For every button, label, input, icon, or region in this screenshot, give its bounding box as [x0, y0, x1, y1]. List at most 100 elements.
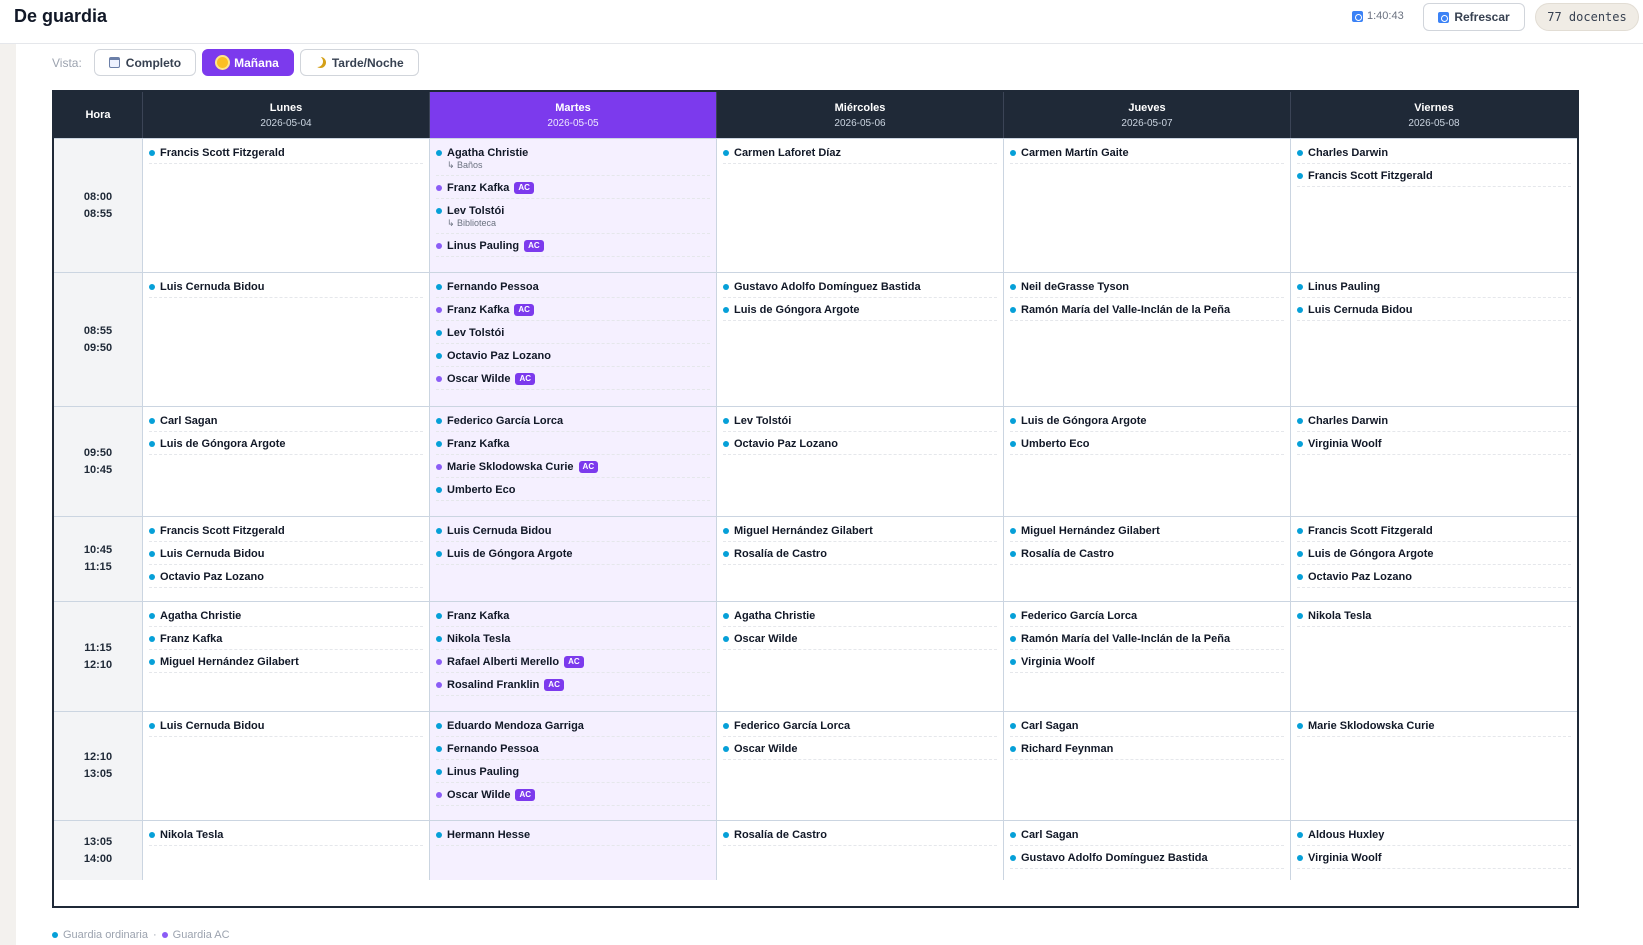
duty-entry[interactable]: Charles Darwin — [1297, 412, 1571, 432]
time-slot-cell: 09:50 10:45 — [54, 407, 142, 516]
duty-entry[interactable]: Federico García Lorca — [1010, 607, 1284, 627]
duty-entry[interactable]: Luis Cernuda Bidou — [149, 545, 423, 565]
duty-entry[interactable]: Luis Cernuda Bidou — [149, 278, 423, 298]
duty-entry[interactable]: Luis Cernuda Bidou — [1297, 301, 1571, 321]
duty-entry[interactable]: Rosalía de Castro — [1010, 545, 1284, 565]
duty-entry-line: Umberto Eco — [436, 484, 710, 496]
duty-entry-line: Linus Pauling AC — [436, 240, 710, 252]
day-name: Martes — [555, 101, 591, 114]
duty-entry[interactable]: Franz Kafka AC — [436, 301, 710, 321]
duty-entry[interactable]: Umberto Eco — [436, 481, 710, 501]
calendar-icon — [108, 57, 120, 68]
duty-entry[interactable]: Gustavo Adolfo Domínguez Bastida — [723, 278, 997, 298]
duty-entry[interactable]: Marie Sklodowska Curie — [1297, 717, 1571, 737]
duty-entry[interactable]: Luis de Góngora Argote — [723, 301, 997, 321]
duty-entry[interactable]: Oscar Wilde — [723, 740, 997, 760]
day-header: Jueves 2026-05-07 — [1003, 92, 1290, 138]
duty-entry[interactable]: Aldous Huxley — [1297, 826, 1571, 846]
teacher-name: Lev Tolstói — [447, 327, 505, 339]
duty-entry[interactable]: Oscar Wilde AC — [436, 370, 710, 390]
day-slot-cell: Carl Sagan Luis de Góngora Argote — [142, 407, 429, 516]
duty-entry[interactable]: Francis Scott Fitzgerald — [149, 144, 423, 164]
ac-dot-icon — [436, 376, 442, 382]
duty-entry[interactable]: Federico García Lorca — [436, 412, 710, 432]
duty-entry[interactable]: Luis de Góngora Argote — [1297, 545, 1571, 565]
refresh-button[interactable]: Refrescar — [1423, 3, 1525, 31]
duty-entry[interactable]: Nikola Tesla — [436, 630, 710, 650]
teacher-name: Luis de Góngora Argote — [160, 438, 286, 450]
teacher-name: Charles Darwin — [1308, 415, 1389, 427]
teacher-name: Hermann Hesse — [447, 829, 531, 841]
duty-entry[interactable]: Oscar Wilde AC — [436, 786, 710, 806]
duty-entry[interactable]: Eduardo Mendoza Garriga — [436, 717, 710, 737]
duty-entry[interactable]: Lev Tolstói ↳ Biblioteca — [436, 202, 710, 234]
duty-entry[interactable]: Linus Pauling — [1297, 278, 1571, 298]
ordinaria-dot-icon — [52, 932, 58, 938]
teacher-name: Miguel Hernández Gilabert — [160, 656, 299, 668]
teacher-name: Federico García Lorca — [1021, 610, 1138, 622]
duty-entry[interactable]: Virginia Woolf — [1010, 653, 1284, 673]
duty-entry[interactable]: Carl Sagan — [149, 412, 423, 432]
duty-entry[interactable]: Miguel Hernández Gilabert — [723, 522, 997, 542]
duty-entry[interactable]: Nikola Tesla — [149, 826, 423, 846]
duty-entry[interactable]: Octavio Paz Lozano — [1297, 568, 1571, 588]
ordinaria-dot-icon — [1297, 855, 1303, 861]
duty-entry-line: Charles Darwin — [1297, 415, 1571, 427]
view-manana-button[interactable]: Mañana — [202, 49, 294, 76]
duty-entry[interactable]: Luis de Góngora Argote — [1010, 412, 1284, 432]
duty-entry[interactable]: Rafael Alberti Merello AC — [436, 653, 710, 673]
duty-entry[interactable]: Nikola Tesla — [1297, 607, 1571, 627]
duty-entry[interactable]: Virginia Woolf — [1297, 849, 1571, 869]
duty-entry[interactable]: Carl Sagan — [1010, 717, 1284, 737]
duty-entry[interactable]: Octavio Paz Lozano — [149, 568, 423, 588]
duty-entry[interactable]: Federico García Lorca — [723, 717, 997, 737]
duty-entry[interactable]: Oscar Wilde — [723, 630, 997, 650]
duty-entry[interactable]: Ramón María del Valle-Inclán de la Peña — [1010, 630, 1284, 650]
duty-entry[interactable]: Richard Feynman — [1010, 740, 1284, 760]
duty-entry[interactable]: Agatha Christie — [723, 607, 997, 627]
duty-entry[interactable]: Rosalía de Castro — [723, 826, 997, 846]
duty-entry[interactable]: Marie Sklodowska Curie AC — [436, 458, 710, 478]
duty-entry[interactable]: Luis de Góngora Argote — [436, 545, 710, 565]
time-slot-row: 08:55 09:50 Luis Cernuda Bidou Fernando Pes… — [54, 272, 1577, 406]
duty-entry[interactable]: Octavio Paz Lozano — [436, 347, 710, 367]
duty-entry[interactable]: Franz Kafka — [149, 630, 423, 650]
duty-entry[interactable]: Franz Kafka AC — [436, 179, 710, 199]
duty-entry[interactable]: Luis de Góngora Argote — [149, 435, 423, 455]
view-tarde-noche-button[interactable]: Tarde/Noche — [299, 49, 419, 76]
ordinaria-dot-icon — [1010, 284, 1016, 290]
duty-entry[interactable]: Fernando Pessoa — [436, 278, 710, 298]
duty-entry[interactable]: Miguel Hernández Gilabert — [1010, 522, 1284, 542]
duty-entry[interactable]: Luis Cernuda Bidou — [149, 717, 423, 737]
view-completo-button[interactable]: Completo — [93, 49, 197, 76]
duty-entry[interactable]: Carmen Martín Gaite — [1010, 144, 1284, 164]
duty-entry[interactable]: Lev Tolstói — [723, 412, 997, 432]
duty-entry[interactable]: Miguel Hernández Gilabert — [149, 653, 423, 673]
duty-entry[interactable]: Octavio Paz Lozano — [723, 435, 997, 455]
duty-entry[interactable]: Fernando Pessoa — [436, 740, 710, 760]
duty-entry[interactable]: Linus Pauling — [436, 763, 710, 783]
duty-entry[interactable]: Hermann Hesse — [436, 826, 710, 846]
duty-entry[interactable]: Ramón María del Valle-Inclán de la Peña — [1010, 301, 1284, 321]
duty-entry-line: Luis de Góngora Argote — [1297, 548, 1571, 560]
duty-entry[interactable]: Carl Sagan — [1010, 826, 1284, 846]
duty-entry[interactable]: Rosalía de Castro — [723, 545, 997, 565]
duty-entry[interactable]: Virginia Woolf — [1297, 435, 1571, 455]
duty-entry[interactable]: Francis Scott Fitzgerald — [1297, 167, 1571, 187]
teacher-name: Carl Sagan — [1021, 720, 1079, 732]
duty-entry[interactable]: Franz Kafka — [436, 607, 710, 627]
duty-entry[interactable]: Agatha Christie — [149, 607, 423, 627]
duty-entry[interactable]: Umberto Eco — [1010, 435, 1284, 455]
duty-entry[interactable]: Carmen Laforet Díaz — [723, 144, 997, 164]
duty-entry[interactable]: Franz Kafka — [436, 435, 710, 455]
duty-entry[interactable]: Luis Cernuda Bidou — [436, 522, 710, 542]
duty-entry[interactable]: Gustavo Adolfo Domínguez Bastida — [1010, 849, 1284, 869]
duty-entry[interactable]: Linus Pauling AC — [436, 237, 710, 257]
duty-entry[interactable]: Lev Tolstói — [436, 324, 710, 344]
duty-entry[interactable]: Agatha Christie ↳ Baños — [436, 144, 710, 176]
duty-entry[interactable]: Francis Scott Fitzgerald — [149, 522, 423, 542]
duty-entry[interactable]: Rosalind Franklin AC — [436, 676, 710, 696]
duty-entry[interactable]: Francis Scott Fitzgerald — [1297, 522, 1571, 542]
duty-entry[interactable]: Neil deGrasse Tyson — [1010, 278, 1284, 298]
duty-entry[interactable]: Charles Darwin — [1297, 144, 1571, 164]
